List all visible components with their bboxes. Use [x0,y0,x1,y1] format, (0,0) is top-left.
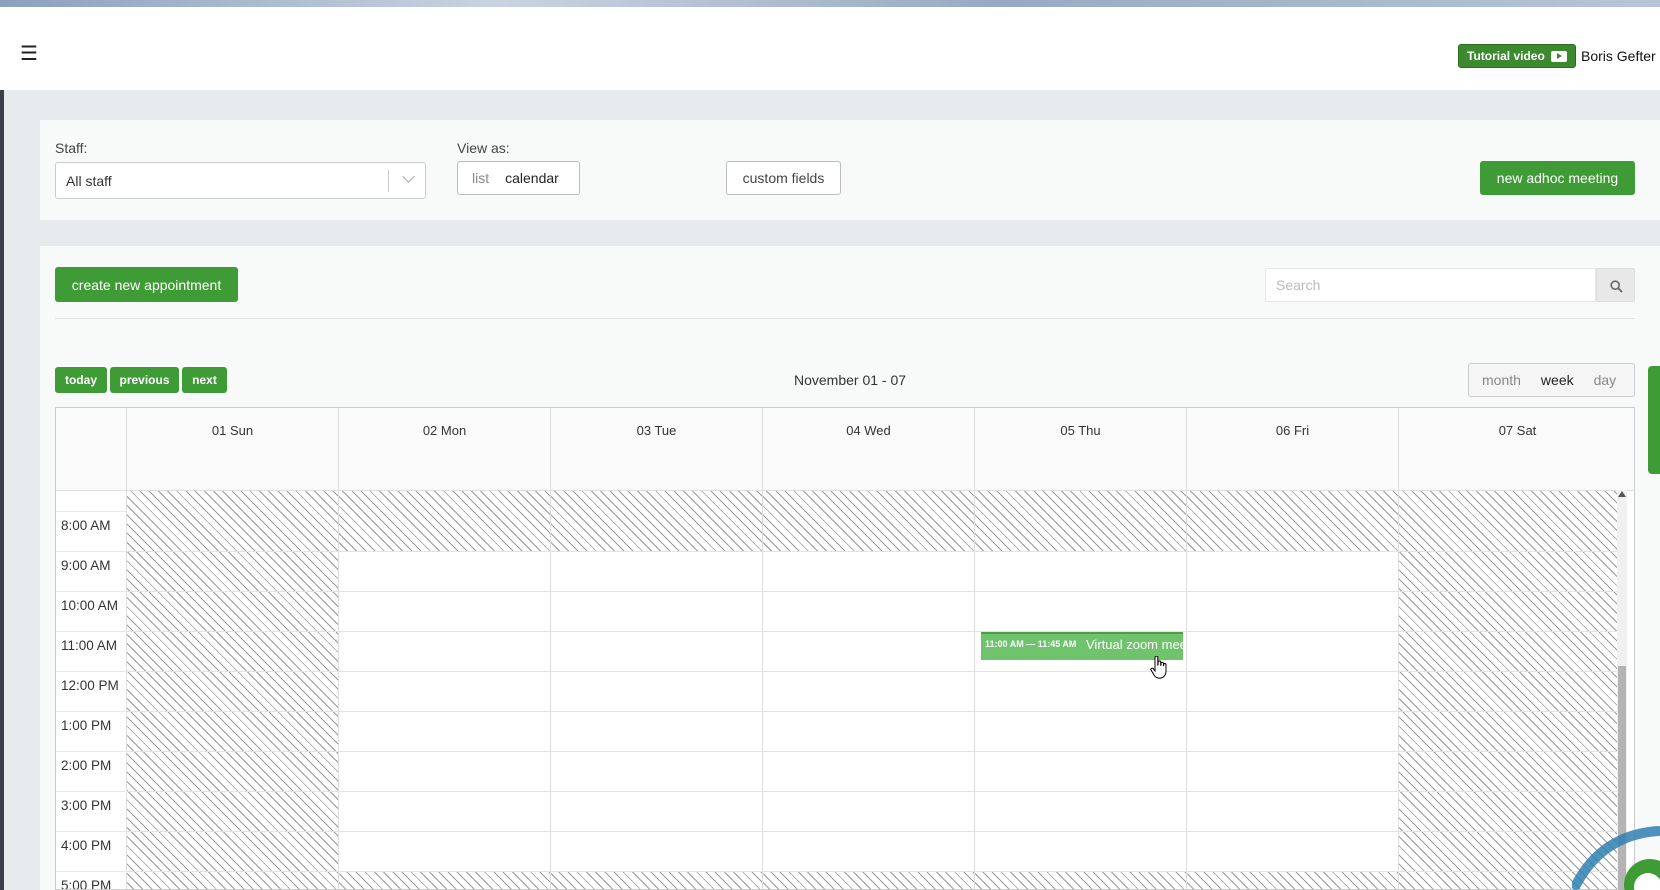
hour-line [126,711,1618,712]
hour-line [126,791,1618,792]
time-label: 5:00 PM [56,871,126,889]
hour-line [126,751,1618,752]
toolbar-divider [55,318,1635,319]
calendar-header: 01 Sun 02 Mon 03 Tue 04 Wed 05 Thu 06 Fr… [56,408,1634,491]
day-header-sun: 01 Sun [126,408,338,491]
view-calendar-option[interactable]: calendar [497,170,567,186]
day-header-wed: 04 Wed [762,408,974,491]
day-header-tue: 03 Tue [550,408,762,491]
hour-line [126,871,1618,872]
time-label: 8:00 AM [56,511,126,551]
time-label: 11:00 AM [56,631,126,671]
hour-line [126,551,1618,552]
time-label: 10:00 AM [56,591,126,631]
view-list-option[interactable]: list [458,170,497,186]
week-mode-option[interactable]: week [1531,372,1584,388]
search-button[interactable] [1596,268,1635,302]
event-title: Virtual zoom meeting [1086,637,1183,652]
view-as-toggle: list calendar [457,161,580,195]
time-label: 4:00 PM [56,831,126,871]
time-axis-top [56,491,126,511]
search-box [1265,268,1596,302]
staff-label: Staff: [55,140,88,156]
search-icon [1610,280,1623,293]
hour-line [126,671,1618,672]
staff-select-value: All staff [66,173,112,189]
today-button[interactable]: today [55,367,107,393]
hamburger-icon[interactable]: ☰ [20,44,38,64]
day-header-fri: 06 Fri [1186,408,1398,491]
time-label: 9:00 AM [56,551,126,591]
event-time: 11:00 AM — 11:45 AM [985,639,1077,649]
hour-line [126,831,1618,832]
date-range-title: November 01 - 07 [793,372,907,388]
new-adhoc-meeting-button[interactable]: new adhoc meeting [1480,161,1635,195]
top-strip [0,0,1660,7]
chat-widget-icon[interactable] [1572,825,1660,890]
hour-line [126,631,1618,632]
time-label: 2:00 PM [56,751,126,791]
tutorial-video-label: Tutorial video [1467,49,1545,63]
create-appointment-button[interactable]: create new appointment [55,267,238,302]
month-mode-option[interactable]: month [1469,372,1531,388]
user-name[interactable]: Boris Gefter [1581,48,1656,64]
chevron-down-icon [402,170,415,183]
time-label: 1:00 PM [56,711,126,751]
staff-select[interactable]: All staff [55,162,426,199]
search-input[interactable] [1266,269,1584,301]
youtube-icon [1550,50,1567,62]
previous-button[interactable]: previous [110,367,179,393]
day-header-sat: 07 Sat [1398,408,1634,491]
day-mode-option[interactable]: day [1584,372,1627,388]
select-separator [388,170,389,192]
hand-cursor-icon [1150,656,1167,679]
time-label: 3:00 PM [56,791,126,831]
view-as-label: View as: [457,140,510,156]
scroll-up-arrow-icon[interactable] [1618,491,1626,497]
custom-fields-button[interactable]: custom fields [726,161,841,195]
hour-line [126,591,1618,592]
week-calendar-grid: 01 Sun 02 Mon 03 Tue 04 Wed 05 Thu 06 Fr… [55,407,1635,890]
calendar-mode-toggle: month week day [1468,363,1635,397]
day-header-mon: 02 Mon [338,408,550,491]
day-header-thu: 05 Thu [974,408,1186,491]
tutorial-video-button[interactable]: Tutorial video [1458,44,1576,68]
side-feedback-tab[interactable] [1648,366,1660,474]
top-bar: ☰ Tutorial video Boris Gefter [0,7,1660,90]
time-label: 12:00 PM [56,671,126,711]
next-button[interactable]: next [182,367,227,393]
